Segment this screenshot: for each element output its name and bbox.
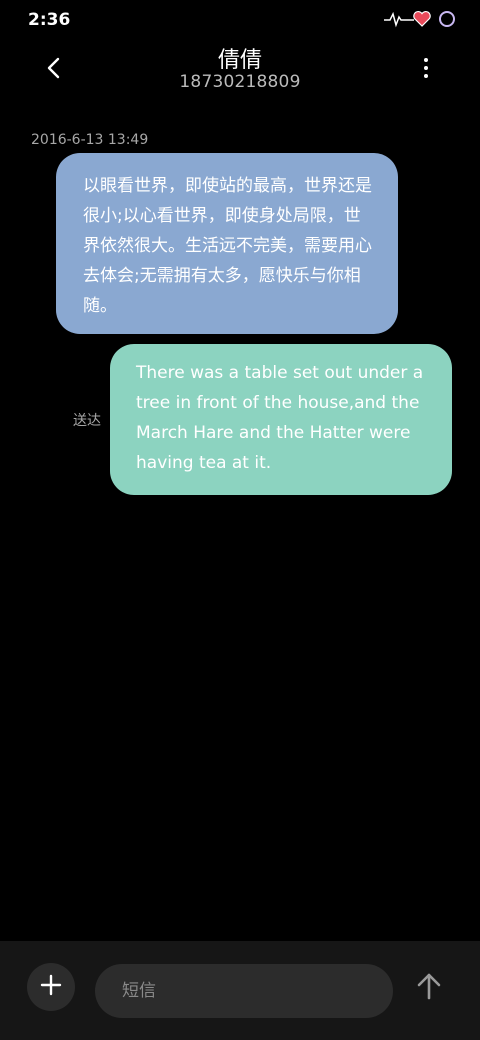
send-button[interactable] xyxy=(410,969,448,1007)
status-icons xyxy=(384,10,456,32)
heart-icon xyxy=(412,10,432,32)
plus-icon xyxy=(40,974,62,1000)
conversation-header: 倩倩 18730218809 xyxy=(0,40,480,110)
outgoing-message-text: There was a table set out under a tree i… xyxy=(136,363,424,473)
status-bar: 2:36 xyxy=(0,0,480,40)
composer-bar xyxy=(0,941,480,1040)
ring-icon xyxy=(438,10,456,32)
outgoing-message-bubble[interactable]: There was a table set out under a tree i… xyxy=(110,344,452,495)
status-time: 2:36 xyxy=(28,10,71,30)
incoming-message-text: 以眼看世界，即使站的最高，世界还是很小;以心看世界，即使身处局限，世界依然很大。… xyxy=(83,176,372,316)
message-timestamp: 2016-6-13 13:49 xyxy=(31,132,149,148)
delivery-status: 送达 xyxy=(73,413,101,429)
vertical-dots-icon xyxy=(423,57,429,83)
message-input[interactable] xyxy=(95,964,393,1018)
incoming-message-bubble[interactable]: 以眼看世界，即使站的最高，世界还是很小;以心看世界，即使身处局限，世界依然很大。… xyxy=(56,153,398,334)
heartbeat-icon xyxy=(384,10,414,32)
more-options-button[interactable] xyxy=(408,52,444,88)
arrow-up-icon xyxy=(416,972,442,1004)
add-attachment-button[interactable] xyxy=(27,963,75,1011)
